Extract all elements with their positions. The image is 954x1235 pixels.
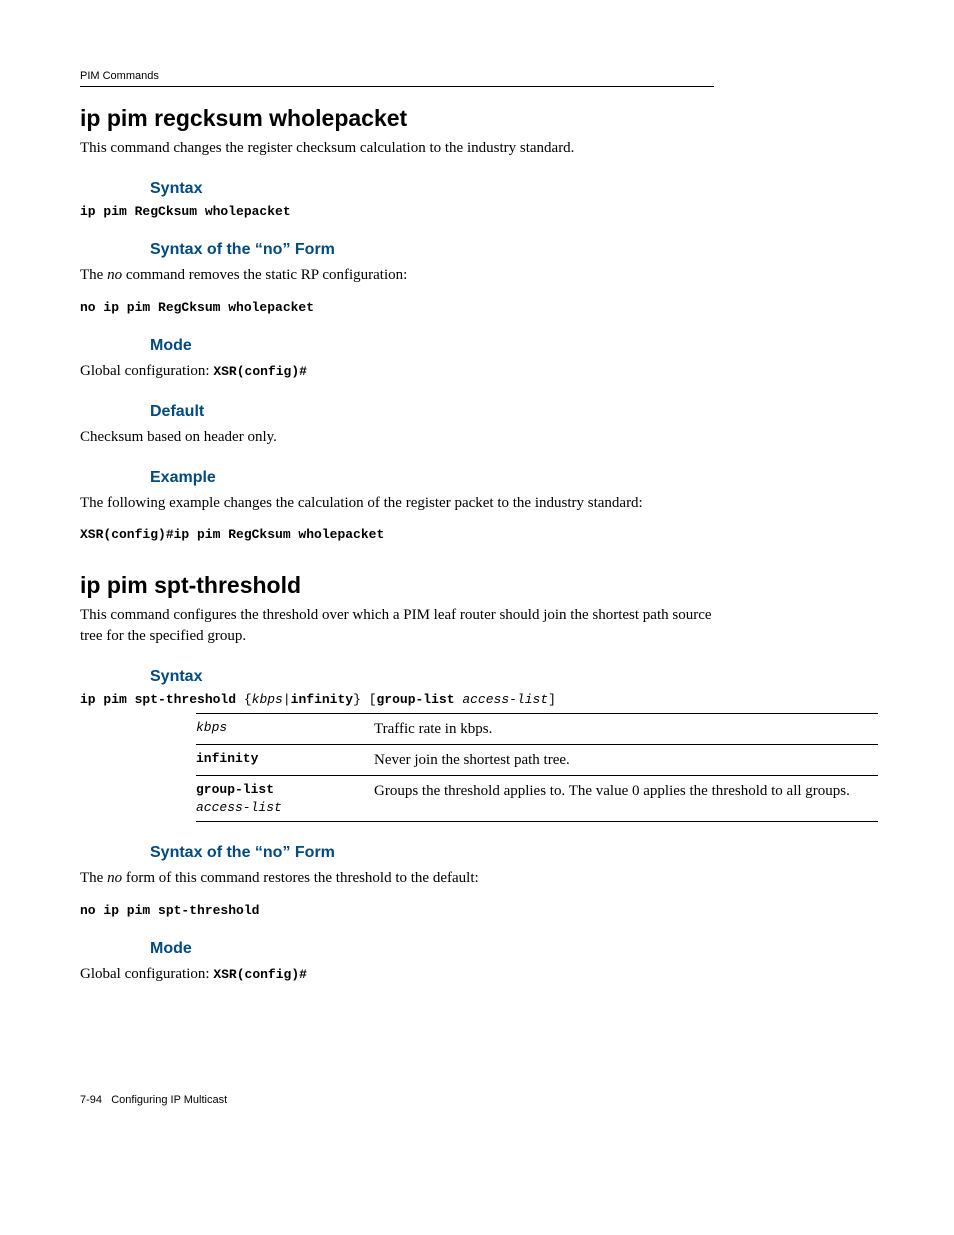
command-title-regcksum: ip pim regcksum wholepacket — [80, 105, 714, 132]
no-form-text: The no form of this command restores the… — [80, 868, 714, 888]
command-intro: This command changes the register checks… — [80, 138, 714, 158]
section-no-form: Syntax of the “no” Form — [150, 241, 714, 259]
param-key: access-list — [196, 800, 282, 815]
mode-prompt: XSR(config)# — [213, 364, 307, 379]
text: form of this command restores the thresh… — [122, 870, 479, 886]
chapter-name: Configuring IP Multicast — [111, 1094, 227, 1106]
default-text: Checksum based on header only. — [80, 427, 714, 447]
text: command removes the static RP configurat… — [122, 267, 407, 283]
param-key: kbps — [196, 720, 227, 735]
param-key: group-list — [196, 782, 274, 797]
table-row: group-list access-list Groups the thresh… — [196, 776, 878, 822]
section-syntax: Syntax — [150, 180, 714, 198]
param-desc: Never join the shortest path tree. — [374, 745, 878, 776]
mode-prompt: XSR(config)# — [213, 967, 307, 982]
section-example: Example — [150, 469, 714, 487]
syntax-part: infinity — [291, 692, 353, 707]
mode-text: Global configuration: XSR(config)# — [80, 964, 714, 984]
text: Global configuration: — [80, 966, 213, 982]
param-desc: Groups the threshold applies to. The val… — [374, 776, 878, 822]
text: Global configuration: — [80, 363, 213, 379]
param-table-wrap: kbps Traffic rate in kbps. infinity Neve… — [196, 713, 714, 823]
syntax-arg: kbps — [252, 692, 283, 707]
no-form-text: The no command removes the static RP con… — [80, 265, 714, 285]
brace: { — [244, 692, 252, 707]
no-keyword: no — [107, 267, 122, 283]
text: The — [80, 870, 107, 886]
syntax-part: ip pim spt-threshold — [80, 692, 244, 707]
no-form-code: no ip pim RegCksum wholepacket — [80, 300, 714, 315]
brace: } [ — [353, 692, 376, 707]
page-number: 7-94 — [80, 1094, 102, 1106]
pipe: | — [283, 692, 291, 707]
no-keyword: no — [107, 870, 122, 886]
page-footer: 7-94 Configuring IP Multicast — [80, 1094, 714, 1106]
bracket: ] — [548, 692, 556, 707]
param-desc: Traffic rate in kbps. — [374, 713, 878, 744]
text: The — [80, 267, 107, 283]
command-intro: This command configures the threshold ov… — [80, 605, 714, 646]
mode-text: Global configuration: XSR(config)# — [80, 361, 714, 381]
running-header: PIM Commands — [80, 70, 714, 87]
param-table: kbps Traffic rate in kbps. infinity Neve… — [196, 713, 878, 823]
example-text: The following example changes the calcul… — [80, 493, 714, 513]
syntax-part: group-list — [377, 692, 463, 707]
example-code: XSR(config)#ip pim RegCksum wholepacket — [80, 527, 714, 542]
section-mode: Mode — [150, 337, 714, 355]
section-mode: Mode — [150, 940, 714, 958]
no-form-code: no ip pim spt-threshold — [80, 903, 714, 918]
syntax-arg: access-list — [462, 692, 548, 707]
table-row: infinity Never join the shortest path tr… — [196, 745, 878, 776]
section-default: Default — [150, 403, 714, 421]
param-key: infinity — [196, 751, 258, 766]
syntax-code: ip pim spt-threshold {kbps|infinity} [gr… — [80, 692, 714, 707]
section-no-form: Syntax of the “no” Form — [150, 844, 714, 862]
syntax-code: ip pim RegCksum wholepacket — [80, 204, 714, 219]
command-title-spt: ip pim spt-threshold — [80, 572, 714, 599]
table-row: kbps Traffic rate in kbps. — [196, 713, 878, 744]
section-syntax: Syntax — [150, 668, 714, 686]
